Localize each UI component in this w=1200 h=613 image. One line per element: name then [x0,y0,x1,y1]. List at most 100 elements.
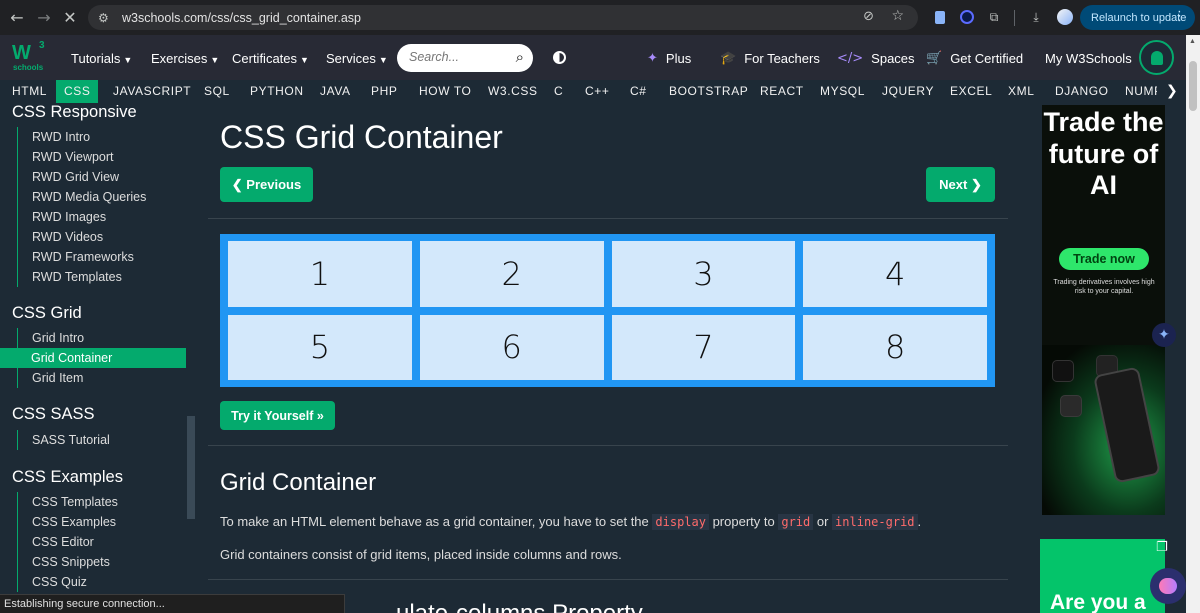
sidebar-scrollbar[interactable] [187,416,195,519]
tab-java[interactable]: JAVA [320,80,351,103]
scroll-up-icon[interactable]: ▲ [1189,38,1196,45]
tab-excel[interactable]: EXCEL [950,80,992,103]
caret-down-icon: ▼ [378,55,388,65]
ad-banner[interactable]: Trade the future of AI Trade now Trading… [1042,105,1165,515]
sidebar-item-grid-intro[interactable]: Grid Intro [17,328,186,348]
nav-exercises[interactable]: Exercises ▼ [151,51,219,66]
sidebar-item-css-quiz[interactable]: CSS Quiz [17,572,186,592]
bookmark-star-icon[interactable]: ☆ [891,8,904,24]
nav-plus[interactable]: ✦ Plus [647,51,691,66]
sidebar-item-rwd-intro[interactable]: RWD Intro [17,127,186,147]
sidebar-item-css-snippets[interactable]: CSS Snippets [17,552,186,572]
tab-how-to[interactable]: HOW TO [419,80,472,103]
divider [208,445,1008,446]
sidebar-item-rwd-media-queries[interactable]: RWD Media Queries [17,187,186,207]
sidebar-item-rwd-videos[interactable]: RWD Videos [17,227,186,247]
code-brackets-icon: </> [837,51,864,66]
tab-bootstrap[interactable]: BOOTSTRAP [669,80,748,103]
scrollbar-thumb[interactable] [1189,61,1197,111]
tab-c[interactable]: C [554,80,563,103]
search-input[interactable] [409,50,505,64]
page-scrollbar[interactable]: ▲ [1186,35,1200,613]
nav-spaces[interactable]: </> Spaces [837,51,915,66]
tab-w3css[interactable]: W3.CSS [488,80,538,103]
search-icon[interactable]: ⌕ [516,48,524,66]
download-icon[interactable]: ⤓ [1027,8,1045,26]
caret-down-icon: ▼ [210,55,220,65]
site-info-icon[interactable]: ⚙ [98,11,116,25]
more-menu-icon[interactable]: ⋮ [1173,9,1186,24]
tab-jquery[interactable]: JQUERY [882,80,934,103]
nav-certificates[interactable]: Certificates ▼ [232,51,309,66]
nav-certificates-label: Certificates [232,51,298,66]
address-bar[interactable]: ⚙ w3schools.com/css/css_grid_container.a… [88,5,918,30]
nav-get-certified[interactable]: 🛒 Get Certified [926,51,1023,66]
w3-top-navbar: W 3 schools Tutorials ▼ Exercises ▼ Certif… [0,35,1200,80]
tab-react[interactable]: REACT [760,80,804,103]
tab-html[interactable]: HTML [12,80,47,103]
brain-icon[interactable] [1150,568,1186,604]
previous-button[interactable]: ❮ Previous [220,167,313,202]
sidebar-item-grid-item[interactable]: Grid Item [17,368,186,388]
tab-mysql[interactable]: MYSQL [820,80,865,103]
tab-django[interactable]: DJANGO [1055,80,1109,103]
grid-item: 4 [803,241,987,307]
tab-javascript[interactable]: JAVASCRIPT [113,80,191,103]
tab-python[interactable]: PYTHON [250,80,304,103]
book-icon[interactable]: ❐ [1156,540,1174,556]
ad2-text: Are you a [1050,591,1146,613]
tab-xml[interactable]: XML [1008,80,1034,103]
tab-php[interactable]: PHP [371,80,397,103]
nav-plus-label: Plus [665,51,692,66]
nav-for-teachers[interactable]: 🎓 For Teachers [720,51,820,66]
next-button[interactable]: Next ❯ [926,167,995,202]
nav-services[interactable]: Services ▼ [326,51,388,66]
sidebar-item-rwd-grid-view[interactable]: RWD Grid View [17,167,186,187]
logo-schools: schools [13,63,44,72]
extension-gem-icon[interactable] [958,8,976,26]
sidebar-item-sass-tutorial[interactable]: SASS Tutorial [17,430,186,450]
eye-off-icon[interactable]: ⊘ [863,9,874,24]
nav-my-w3schools[interactable]: My W3Schools [1045,51,1132,66]
try-it-yourself-button[interactable]: Try it Yourself » [220,401,335,430]
sidebar-item-css-templates[interactable]: CSS Templates [17,492,186,512]
sidebar-item-rwd-templates[interactable]: RWD Templates [17,267,186,287]
ad-cta-button[interactable]: Trade now [1059,248,1149,270]
paragraph-text: or [813,514,833,529]
sparkle-icon: ✦ [647,51,658,66]
grid-item: 1 [228,241,412,307]
user-avatar[interactable] [1139,40,1174,75]
back-arrow-icon[interactable]: ← [4,4,30,30]
relaunch-button[interactable]: Relaunch to update ⋮ [1080,5,1195,30]
sidebar-item-css-editor[interactable]: CSS Editor [17,532,186,552]
stop-loading-icon[interactable]: ✕ [57,4,83,30]
sidebar-item-rwd-images[interactable]: RWD Images [17,207,186,227]
w3schools-logo[interactable]: W 3 schools [12,40,52,74]
main-content: CSS Grid Container ❮ Previous Next ❯ 1 2… [196,103,1020,613]
search-box[interactable]: ⌕ [397,44,533,72]
sidebar-item-rwd-viewport[interactable]: RWD Viewport [17,147,186,167]
profile-avatar-icon[interactable] [1056,8,1074,26]
cart-icon: 🛒 [926,51,943,66]
sidebar-item-grid-container[interactable]: Grid Container [0,348,186,368]
extension-doc-icon[interactable] [931,8,949,26]
dark-mode-toggle-icon[interactable] [553,51,566,64]
ad-banner[interactable]: Are you a [1040,539,1165,613]
forward-arrow-icon[interactable]: → [31,4,57,30]
extensions-puzzle-icon[interactable]: ⧉ [985,8,1003,26]
url-text[interactable]: w3schools.com/css/css_grid_container.asp [122,11,361,25]
tab-csharp[interactable]: C# [630,80,647,103]
grid-item: 5 [228,314,412,380]
nav-tutorials[interactable]: Tutorials ▼ [71,51,132,66]
page-title: CSS Grid Container [220,119,503,155]
code-display: display [652,514,709,530]
code-inline-grid: inline-grid [832,514,918,530]
tab-sql[interactable]: SQL [204,80,230,103]
sidebar-item-css-examples[interactable]: CSS Examples [17,512,186,532]
sidebar-item-rwd-frameworks[interactable]: RWD Frameworks [17,247,186,267]
tab-css[interactable]: CSS [56,80,99,103]
grid-item: 7 [611,314,796,380]
tab-cpp[interactable]: C++ [585,80,609,103]
status-bar: Establishing secure connection... [0,594,345,613]
ai-sparkle-icon[interactable]: ✦ [1152,323,1176,347]
